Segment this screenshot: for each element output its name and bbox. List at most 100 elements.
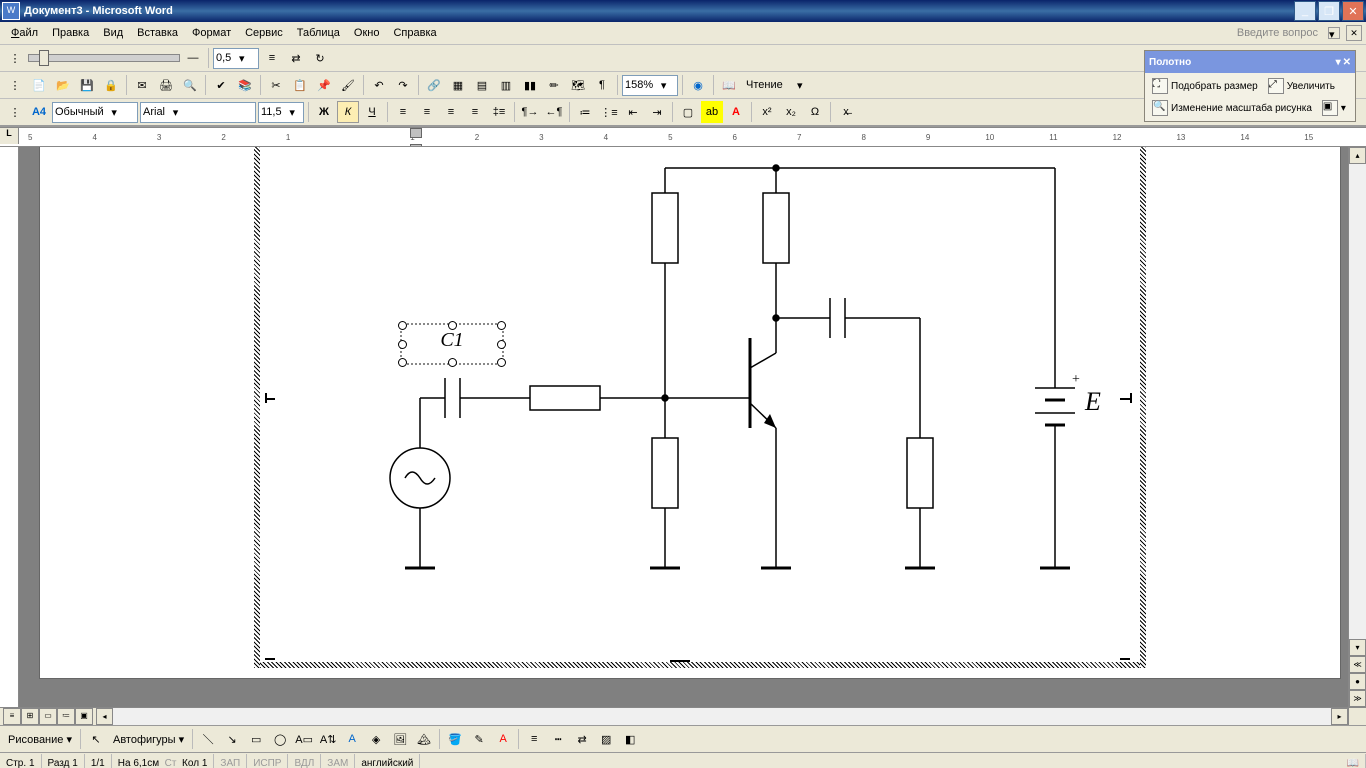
numbered-list-button[interactable]: ≔: [574, 101, 596, 123]
highlight-button[interactable]: ab: [701, 101, 723, 123]
document-area[interactable]: E +: [19, 147, 1348, 707]
line-style-button[interactable]: ≡: [523, 728, 545, 750]
border-button[interactable]: ▢: [677, 101, 699, 123]
line-weight-combo[interactable]: 0,5▾: [213, 48, 259, 69]
line-slider[interactable]: [28, 54, 180, 62]
undo-button[interactable]: ↶: [368, 74, 390, 96]
page[interactable]: E +: [39, 147, 1341, 679]
prev-page-icon[interactable]: ≪: [1349, 656, 1366, 673]
menu-insert[interactable]: Вставка: [130, 25, 185, 41]
grip-icon[interactable]: ⋮: [4, 74, 26, 96]
line-color-button[interactable]: ✎: [468, 728, 490, 750]
strikethrough-button[interactable]: x̶: [835, 101, 857, 123]
vertical-textbox-button[interactable]: A⇅: [317, 728, 339, 750]
outdent-button[interactable]: ⇤: [622, 101, 644, 123]
help-button[interactable]: ◉: [687, 74, 709, 96]
outline-view-button[interactable]: ≔: [57, 708, 75, 725]
hyperlink-button[interactable]: 🔗: [423, 74, 445, 96]
docmap-button[interactable]: 🗺: [567, 74, 589, 96]
next-page-icon[interactable]: ≫: [1349, 690, 1366, 707]
first-line-indent[interactable]: [410, 128, 422, 138]
style-combo[interactable]: Обычный▾: [52, 102, 138, 123]
dropdown-icon[interactable]: ▾: [1336, 57, 1341, 68]
restore-button[interactable]: ❐: [1318, 1, 1340, 21]
ask-dropdown-icon[interactable]: ▾: [1328, 27, 1340, 39]
minimize-button[interactable]: _: [1294, 1, 1316, 21]
menu-table[interactable]: Таблица: [290, 25, 347, 41]
open-button[interactable]: 📂: [52, 74, 74, 96]
resize-handle[interactable]: [497, 340, 506, 349]
clipart-button[interactable]: 🖼: [389, 728, 411, 750]
toolbar-options-icon[interactable]: ▾: [789, 74, 811, 96]
mail-button[interactable]: ✉: [131, 74, 153, 96]
resize-handle[interactable]: [448, 321, 457, 330]
resize-handle[interactable]: [497, 321, 506, 330]
research-button[interactable]: 📚: [234, 74, 256, 96]
textbox-button[interactable]: A▭: [293, 728, 315, 750]
underline-button[interactable]: Ч: [361, 101, 383, 123]
ltr-button[interactable]: ¶→: [519, 101, 541, 123]
scroll-right-icon[interactable]: ▸: [1331, 708, 1348, 725]
print-button[interactable]: 🖨: [155, 74, 177, 96]
excel-button[interactable]: ▥: [495, 74, 517, 96]
select-objects-button[interactable]: ↖: [85, 728, 107, 750]
line-style-button[interactable]: —: [182, 47, 204, 69]
rtl-button[interactable]: ←¶: [543, 101, 565, 123]
scale-button[interactable]: 🔍Изменение масштаба рисунка: [1148, 98, 1316, 118]
resize-handle[interactable]: [497, 358, 506, 367]
indent-button[interactable]: ⇥: [646, 101, 668, 123]
dash-style-button[interactable]: ┅: [547, 728, 569, 750]
menu-format[interactable]: Формат: [185, 25, 238, 41]
superscript-button[interactable]: x²: [756, 101, 778, 123]
copy-button[interactable]: 📋: [289, 74, 311, 96]
redo-button[interactable]: ↷: [392, 74, 414, 96]
align-left-button[interactable]: ≡: [392, 101, 414, 123]
arrow-button[interactable]: ↘: [221, 728, 243, 750]
columns-button[interactable]: ▮▮: [519, 74, 541, 96]
menu-help[interactable]: Справка: [386, 25, 443, 41]
bold-button[interactable]: Ж: [313, 101, 335, 123]
canvas-toolbar-title[interactable]: Полотно▾✕: [1145, 51, 1355, 73]
horizontal-ruler[interactable]: L 5 4 3 2 1 1 2 3 4 5 6 7 8 9 10 11 12 1…: [0, 127, 1366, 147]
menu-file[interactable]: Фdocument.currentScript.previousElementS…: [4, 25, 45, 41]
rotate-button[interactable]: ↻: [309, 47, 331, 69]
bullet-list-button[interactable]: ⋮≡: [598, 101, 620, 123]
line-spacing-button[interactable]: ‡≡: [488, 101, 510, 123]
browse-object-icon[interactable]: ●: [1349, 673, 1366, 690]
zoom-combo[interactable]: 158%▾: [622, 75, 678, 96]
font-combo[interactable]: Arial▾: [140, 102, 256, 123]
status-ovr[interactable]: ЗАМ: [321, 754, 355, 768]
format-painter-button[interactable]: 🖌: [337, 74, 359, 96]
shadow-button[interactable]: ▨: [595, 728, 617, 750]
status-ext[interactable]: ВДЛ: [288, 754, 321, 768]
menu-view[interactable]: Вид: [96, 25, 130, 41]
status-trk[interactable]: ИСПР: [247, 754, 288, 768]
arrow-style-button[interactable]: ⇄: [285, 47, 307, 69]
status-language[interactable]: английский: [355, 754, 420, 768]
vertical-scrollbar[interactable]: ▴ ▾ ≪ ● ≫: [1348, 147, 1366, 707]
canvas-toolbar[interactable]: Полотно▾✕ ⛶Подобрать размер ⤢Увеличить 🔍…: [1144, 50, 1356, 122]
tables-borders-button[interactable]: ▦: [447, 74, 469, 96]
line-pattern-button[interactable]: ≡: [261, 47, 283, 69]
expand-button[interactable]: ⤢Увеличить: [1264, 76, 1339, 96]
italic-button[interactable]: К: [337, 101, 359, 123]
symbol-button[interactable]: Ω: [804, 101, 826, 123]
doc-close-button[interactable]: ✕: [1346, 25, 1362, 41]
status-spellcheck-icon[interactable]: 📖: [1341, 754, 1366, 768]
scroll-down-icon[interactable]: ▾: [1349, 639, 1366, 656]
arrow-style-button[interactable]: ⇄: [571, 728, 593, 750]
wordart-button[interactable]: A: [341, 728, 363, 750]
align-right-button[interactable]: ≡: [440, 101, 462, 123]
menu-tools[interactable]: Сервис: [238, 25, 290, 41]
close-button[interactable]: ✕: [1342, 1, 1364, 21]
drawing-menu-button[interactable]: Рисование ▾: [4, 731, 76, 748]
styles-button[interactable]: A4: [28, 101, 50, 123]
status-rec[interactable]: ЗАП: [214, 754, 247, 768]
permission-button[interactable]: 🔒: [100, 74, 122, 96]
vertical-ruler[interactable]: [0, 147, 19, 707]
diagram-button[interactable]: ◈: [365, 728, 387, 750]
font-color-button[interactable]: A: [492, 728, 514, 750]
resize-handle[interactable]: [398, 340, 407, 349]
fit-button[interactable]: ⛶Подобрать размер: [1148, 76, 1262, 96]
grip-icon[interactable]: ⋮: [4, 47, 26, 69]
